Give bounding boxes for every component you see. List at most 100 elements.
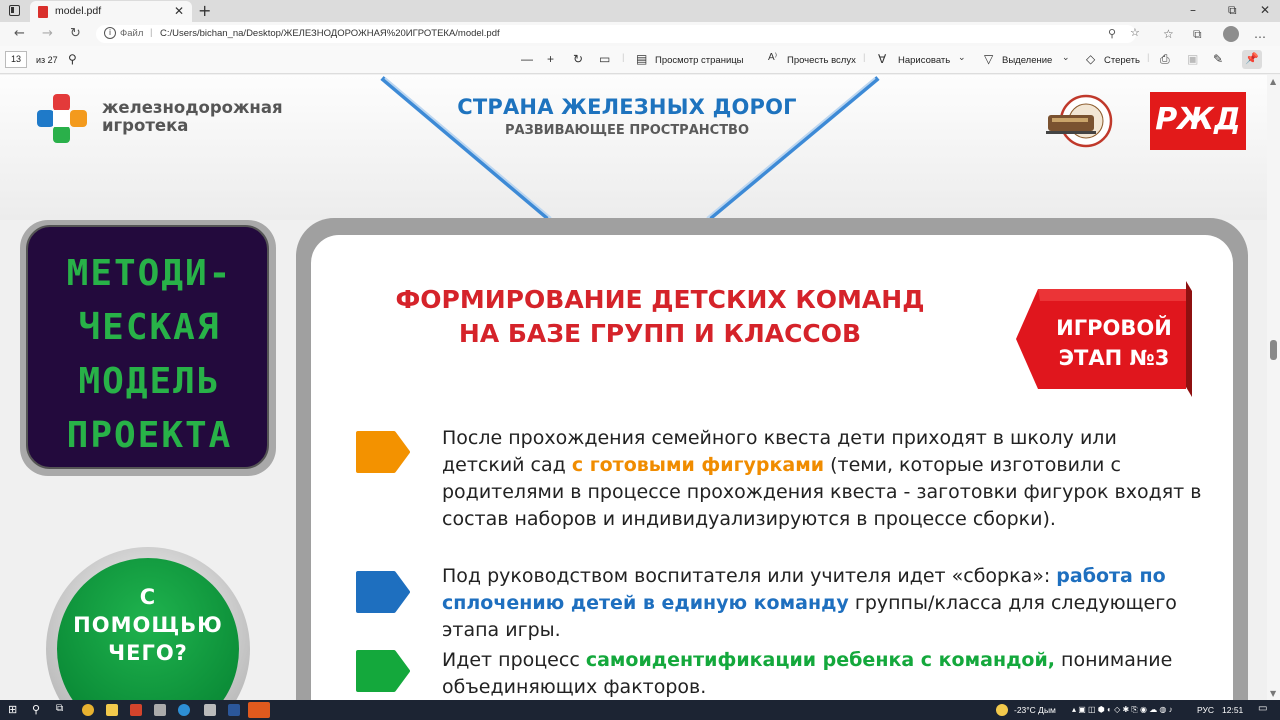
taskbar-search-icon[interactable]: ⚲	[32, 703, 44, 716]
read-aloud-button[interactable]: Прочесть вслух	[787, 55, 856, 66]
save-as-icon[interactable]: ✎	[1213, 52, 1223, 66]
url-text[interactable]: C:/Users/bichan_na/Desktop/ЖЕЛЕЗНОДОРОЖН…	[160, 28, 500, 39]
url-separator: |	[150, 27, 153, 38]
tab-actions-icon[interactable]	[9, 5, 20, 16]
method-line-2: ЧЕСКАЯ	[78, 307, 221, 348]
maximize-button[interactable]: ⧉	[1228, 3, 1237, 18]
info-icon[interactable]: i	[104, 27, 116, 39]
search-icon[interactable]: ⚲	[68, 52, 77, 66]
help-line-2: ПОМОЩЬЮ	[73, 613, 223, 637]
zoom-icon[interactable]: ⚲	[1108, 27, 1116, 40]
method-panel: МЕТОДИ- ЧЕСКАЯ МОДЕЛЬ ПРОЕКТА	[26, 225, 269, 469]
ribbon-line-1: ИГРОВОЙ	[1056, 316, 1172, 340]
igroteka-logo-icon	[37, 94, 87, 143]
draw-button[interactable]: Нарисовать	[898, 55, 950, 66]
page-count: из 27	[36, 55, 58, 65]
zoom-in-button[interactable]: +	[547, 52, 554, 66]
tray-icons[interactable]: ▴ ▣ ◫ ⬢ ◐ ◇ ✱ ⎘ ◉ ☁ ◍ ♪	[1072, 705, 1173, 715]
weather-text[interactable]: -23°C Дым	[1014, 705, 1056, 715]
bullet-blue-icon	[356, 571, 410, 613]
draw-chevron-down-icon[interactable]: ⌄	[958, 52, 966, 63]
minimize-button[interactable]: –	[1190, 3, 1196, 17]
ribbon-line-2: ЭТАП №3	[1058, 346, 1170, 370]
app-icon[interactable]	[154, 704, 166, 716]
bullet-orange-icon	[356, 431, 410, 473]
weather-icon[interactable]	[996, 704, 1008, 716]
tab-model-pdf[interactable]: model.pdf ✕	[30, 1, 192, 22]
bullet-3-highlight: самоидентификации ребенка с командой,	[585, 649, 1056, 671]
favorites-icon[interactable]: ☆	[1163, 27, 1174, 41]
page-header: железнодорожная игротека СТРАНА ЖЕЛЕЗНЫХ…	[0, 75, 1267, 220]
rosprof-emblem-icon	[1046, 94, 1113, 148]
windows-start-icon[interactable]: ⊞	[8, 703, 20, 716]
highlight-button[interactable]: Выделение	[1002, 55, 1052, 66]
toolbar-divider: |	[1147, 52, 1150, 63]
scroll-down-icon[interactable]: ▼	[1270, 689, 1276, 698]
chrome-icon[interactable]	[82, 704, 94, 716]
url-scheme-label: Файл	[120, 28, 144, 39]
clock[interactable]: 12:51	[1222, 705, 1243, 715]
pin-toolbar-button[interactable]: 📌	[1242, 50, 1262, 69]
tab-close-icon[interactable]: ✕	[174, 4, 184, 18]
card-title: ФОРМИРОВАНИЕ ДЕТСКИХ КОМАНД НА БАЗЕ ГРУП…	[320, 283, 1000, 351]
collections-icon[interactable]: ⧉	[1193, 27, 1202, 42]
method-line-3: МОДЕЛЬ	[78, 361, 221, 402]
tab-title: model.pdf	[55, 5, 102, 17]
help-line-3: ЧЕГО?	[108, 641, 188, 665]
active-app-icon[interactable]	[248, 702, 270, 718]
help-line-1: С	[139, 585, 157, 609]
back-arrow-icon[interactable]: ←	[14, 26, 25, 41]
pdf-toolbar: 13 из 27 ⚲ — + ↻ ▭ | ▤ Просмотр страницы…	[0, 46, 1280, 74]
app-icon-2[interactable]	[204, 704, 216, 716]
notifications-icon[interactable]: ▭	[1258, 703, 1270, 715]
refresh-icon[interactable]: ↻	[70, 26, 81, 41]
bullet-paragraph-2: Под руководством воспитателя или учителя…	[442, 563, 1202, 644]
brand-subtitle: РАЗВИВАЮЩЕЕ ПРОСТРАНСТВО	[504, 123, 750, 138]
bullet-3-text: Идет процесс	[442, 649, 586, 671]
address-bar[interactable]: i Файл | C:/Users/bichan_na/Desktop/ЖЕЛЕ…	[96, 25, 1140, 43]
draw-icon[interactable]: ∀	[878, 52, 886, 66]
highlight-chevron-down-icon[interactable]: ⌄	[1062, 52, 1070, 63]
new-tab-button[interactable]: +	[198, 1, 211, 20]
stage-ribbon-text: ИГРОВОЙ ЭТАП №3	[1032, 313, 1196, 373]
address-bar-row: ← → ↻ i Файл | C:/Users/bichan_na/Deskto…	[0, 22, 1280, 46]
read-aloud-icon[interactable]: A⁾	[768, 52, 777, 63]
page-number-input[interactable]: 13	[5, 51, 27, 68]
close-window-button[interactable]: ✕	[1260, 3, 1270, 17]
eraser-icon[interactable]: ◇	[1086, 52, 1095, 66]
card-title-line-1: ФОРМИРОВАНИЕ ДЕТСКИХ КОМАНД	[395, 285, 925, 314]
rzd-logo: РЖД	[1150, 92, 1246, 150]
page-view-icon[interactable]: ▤	[636, 52, 647, 66]
method-line-4: ПРОЕКТА	[66, 415, 233, 456]
forward-arrow-icon[interactable]: →	[42, 26, 53, 41]
edge-icon[interactable]	[178, 704, 190, 716]
vertical-scrollbar[interactable]: ▲ ▼	[1267, 75, 1280, 700]
save-icon[interactable]: ▣	[1187, 52, 1198, 66]
erase-button[interactable]: Стереть	[1104, 55, 1140, 66]
word-icon[interactable]	[228, 704, 240, 716]
rotate-icon[interactable]: ↻	[573, 52, 583, 66]
powerpoint-icon[interactable]	[130, 704, 142, 716]
scroll-up-icon[interactable]: ▲	[1270, 77, 1276, 86]
pdf-file-icon	[38, 6, 48, 18]
zoom-out-button[interactable]: —	[521, 52, 533, 66]
highlight-icon[interactable]: ▽	[984, 52, 993, 66]
method-line-1: МЕТОДИ-	[66, 253, 233, 294]
print-icon[interactable]: ⎙	[1160, 52, 1170, 67]
logo-line-2: игротека	[102, 116, 189, 135]
favorite-add-icon[interactable]: ☆	[1130, 26, 1140, 39]
input-language[interactable]: РУС	[1197, 705, 1214, 715]
explorer-icon[interactable]	[106, 704, 118, 716]
bullet-2-text: Под руководством воспитателя или учителя…	[442, 565, 1057, 587]
scroll-thumb[interactable]	[1270, 340, 1277, 360]
bullet-paragraph-1: После прохождения семейного квеста дети …	[442, 425, 1202, 533]
bullet-green-icon	[356, 650, 410, 692]
more-icon[interactable]: …	[1254, 27, 1266, 41]
task-view-icon[interactable]: ⧉	[56, 703, 68, 715]
profile-avatar[interactable]	[1223, 26, 1239, 42]
brand-title: СТРАНА ЖЕЛЕЗНЫХ ДОРОГ	[457, 95, 797, 119]
tab-strip: model.pdf ✕ + – ⧉ ✕	[0, 0, 1280, 22]
toolbar-divider: |	[622, 52, 625, 63]
fit-page-icon[interactable]: ▭	[599, 52, 610, 66]
page-view-button[interactable]: Просмотр страницы	[655, 55, 744, 66]
